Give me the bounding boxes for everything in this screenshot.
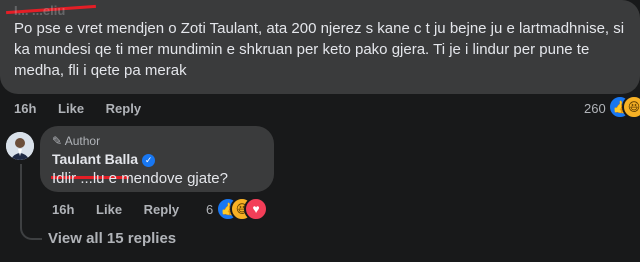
view-replies-link[interactable]: View all 15 replies (48, 230, 176, 247)
reply-button[interactable]: Reply (106, 101, 141, 116)
thread-line (20, 164, 42, 240)
reply-time[interactable]: 16h (52, 202, 74, 217)
comment-bubble: I... ...eliu Po pse e vret mendjen o Zot… (0, 0, 640, 94)
pencil-icon: ✎ (52, 134, 63, 148)
haha-icon: 😆 (622, 95, 640, 119)
reply-text: Idlir ...lu e mendove gjate? (52, 170, 228, 187)
reply-bubble: ✎ Author Taulant Balla ✓ Idlir ...lu e me… (40, 126, 274, 192)
avatar[interactable] (6, 132, 34, 160)
love-icon: ♥ (244, 197, 268, 221)
reaction-icons[interactable]: 👍 😆 ♥ (216, 197, 276, 221)
reaction-count[interactable]: 260 (584, 101, 606, 116)
reply-button[interactable]: Reply (144, 202, 179, 217)
like-button[interactable]: Like (96, 202, 122, 217)
comment-time[interactable]: 16h (14, 101, 36, 116)
author-badge: ✎ Author (52, 134, 100, 148)
reaction-icons[interactable]: 👍 😆 (608, 95, 640, 119)
comment-text: Po pse e vret mendjen o Zoti Taulant, at… (14, 20, 625, 79)
reaction-count[interactable]: 6 (206, 202, 213, 217)
author-badge-label: Author (64, 134, 101, 148)
comment-actions: 16h Like Reply (14, 101, 159, 116)
avatar-icon (6, 132, 34, 160)
verified-badge-icon: ✓ (142, 153, 156, 167)
like-button[interactable]: Like (58, 101, 84, 116)
comment-author-name[interactable]: I... ...eliu (14, 3, 65, 18)
reply-author-name[interactable]: Taulant Balla ✓ (52, 151, 156, 167)
reply-actions: 16h Like Reply (52, 202, 197, 217)
reply-author-label[interactable]: Taulant Balla (52, 151, 138, 167)
